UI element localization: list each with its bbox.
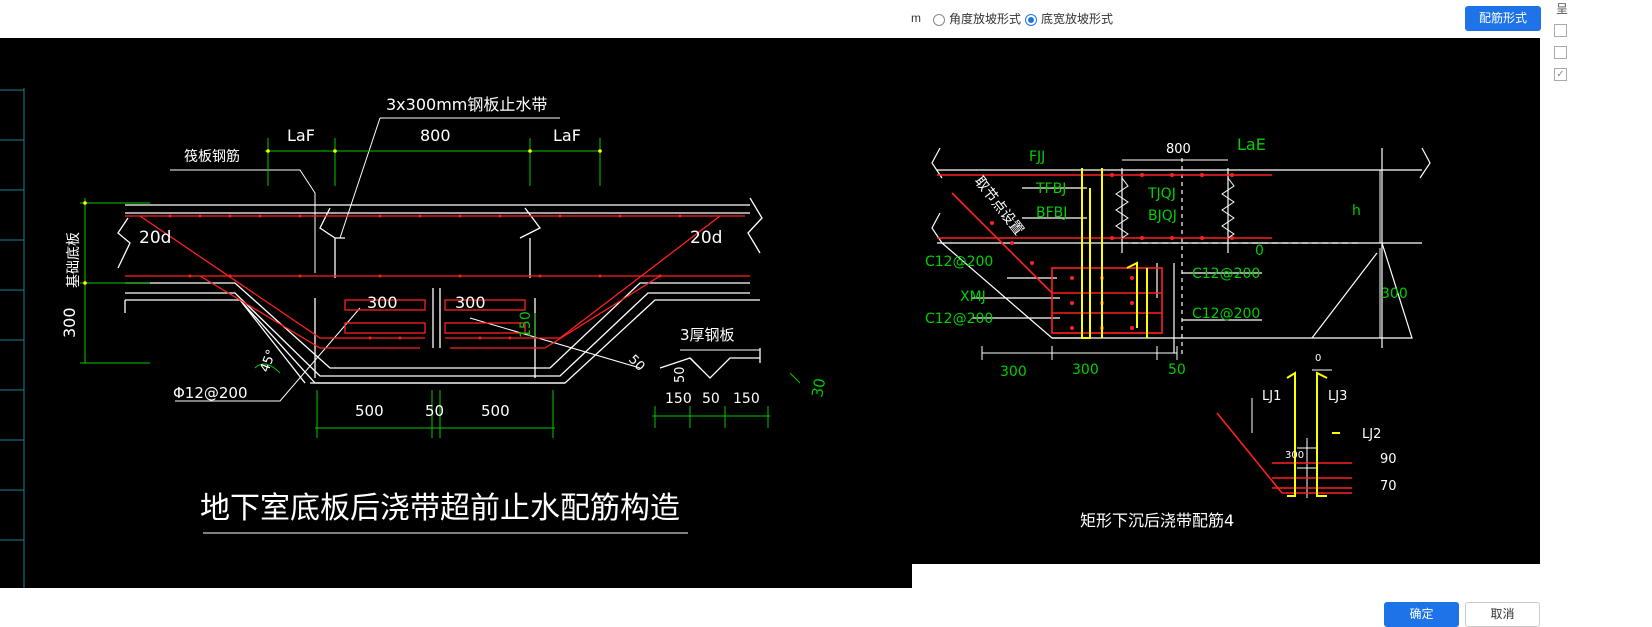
- footer-bar: [0, 588, 1544, 620]
- c12-b-label: C12@200: [1192, 266, 1260, 282]
- ok-button[interactable]: 确定: [1384, 602, 1459, 627]
- tjqj-label: TJQJ: [1147, 186, 1176, 202]
- radio-angle-label: 角度放坡形式: [949, 12, 1022, 26]
- lj1-label: LJ1: [1262, 389, 1281, 404]
- dim-30-label: 30: [808, 377, 829, 399]
- dim-50-label: 50: [1168, 362, 1186, 378]
- detail-300-label: 300: [1285, 450, 1304, 461]
- dim-50b-label: 50: [702, 391, 720, 407]
- right-canvas-bg: [912, 38, 1540, 564]
- tfbj-label: TFBJ: [1035, 181, 1066, 197]
- plate-label: 3厚钢板: [680, 326, 735, 344]
- dim-50mid-label: 50: [425, 402, 444, 420]
- config-rebar-button[interactable]: 配筋形式: [1465, 6, 1541, 31]
- options-bar: [0, 0, 1652, 38]
- radio-width-label: 底宽放坡形式: [1041, 12, 1114, 26]
- dim-150-label: 150: [518, 311, 534, 338]
- dim-90-label: 90: [1380, 452, 1397, 467]
- dim-300a-label: 300: [1000, 364, 1027, 380]
- dim-300a-label: 300: [367, 293, 398, 312]
- dim-300-side-label: 300: [60, 307, 79, 338]
- waterstop-label: 3x300mm钢板止水带: [386, 95, 547, 114]
- dim-50v-label: 50: [673, 366, 688, 383]
- lj3-label: LJ3: [1328, 389, 1347, 404]
- unit-fragment: m: [911, 11, 921, 25]
- dim-500l-label: 500: [355, 402, 384, 420]
- laf-left-label: LaF: [287, 126, 315, 145]
- side-checkbox-3[interactable]: ✓: [1554, 68, 1567, 81]
- right-cad-drawing: FJJ LaE TFBJ BFBJ TJQJ BJQJ 0 C12@200 C1…: [912, 38, 1540, 564]
- side-panel: [1544, 0, 1652, 620]
- dim-300-right-label: 300: [1381, 286, 1408, 302]
- footer-right-strip: [912, 564, 1544, 588]
- dim-70-label: 70: [1380, 479, 1397, 494]
- side-checkbox-2[interactable]: [1554, 46, 1567, 59]
- side-checkbox-1[interactable]: [1554, 24, 1567, 37]
- radio-angle-slope[interactable]: 角度放坡形式: [933, 10, 1021, 27]
- c12-c-label: C12@200: [1192, 306, 1260, 322]
- radio-width-indicator[interactable]: [1025, 13, 1037, 26]
- radio-width-slope[interactable]: 底宽放坡形式: [1025, 10, 1113, 27]
- fjj-label: FJJ: [1029, 149, 1045, 165]
- bjqj-label: BJQJ: [1148, 208, 1177, 224]
- xmj-label: XMJ: [960, 289, 986, 305]
- raft-rebar-label: 筏板钢筋: [184, 148, 240, 165]
- foundation-slab-label: 基础底板: [65, 232, 82, 288]
- dim-150r-label: 150: [733, 391, 760, 407]
- dim-300b-label: 300: [1072, 362, 1099, 378]
- dim-800-label: 800: [420, 126, 451, 145]
- left-drawing-title: 地下室底板后浇带超前止水配筋构造: [200, 491, 680, 526]
- d20-left-label: 20d: [139, 228, 171, 248]
- side-text: 呈: [1556, 2, 1569, 16]
- zero-b-label: 0: [1315, 353, 1321, 364]
- c12-d-label: C12@200: [925, 311, 993, 327]
- lj2-label: LJ2: [1362, 427, 1381, 442]
- cancel-button[interactable]: 取消: [1465, 602, 1540, 627]
- laf-right-label: LaF: [553, 126, 581, 145]
- dim-150l-label: 150: [665, 391, 692, 407]
- right-drawing-title: 矩形下沉后浇带配筋4: [1080, 511, 1234, 530]
- zero-a-label: 0: [1255, 243, 1264, 259]
- radio-angle-indicator[interactable]: [933, 13, 945, 26]
- stirrup-label: Φ12@200: [173, 384, 248, 402]
- bfbj-label: BFBJ: [1036, 205, 1067, 221]
- dim-500r-label: 500: [481, 402, 510, 420]
- d20-right-label: 20d: [690, 228, 722, 248]
- c12-a-label: C12@200: [925, 254, 993, 270]
- left-cad-drawing: 3x300mm钢板止水带 筏板钢筋 LaF 800 LaF 20d 20d 30…: [0, 38, 912, 588]
- lae-label: LaE: [1237, 135, 1266, 154]
- h-label: h: [1352, 203, 1361, 219]
- dim-800-label: 800: [1166, 142, 1191, 157]
- dim-300b-label: 300: [455, 293, 486, 312]
